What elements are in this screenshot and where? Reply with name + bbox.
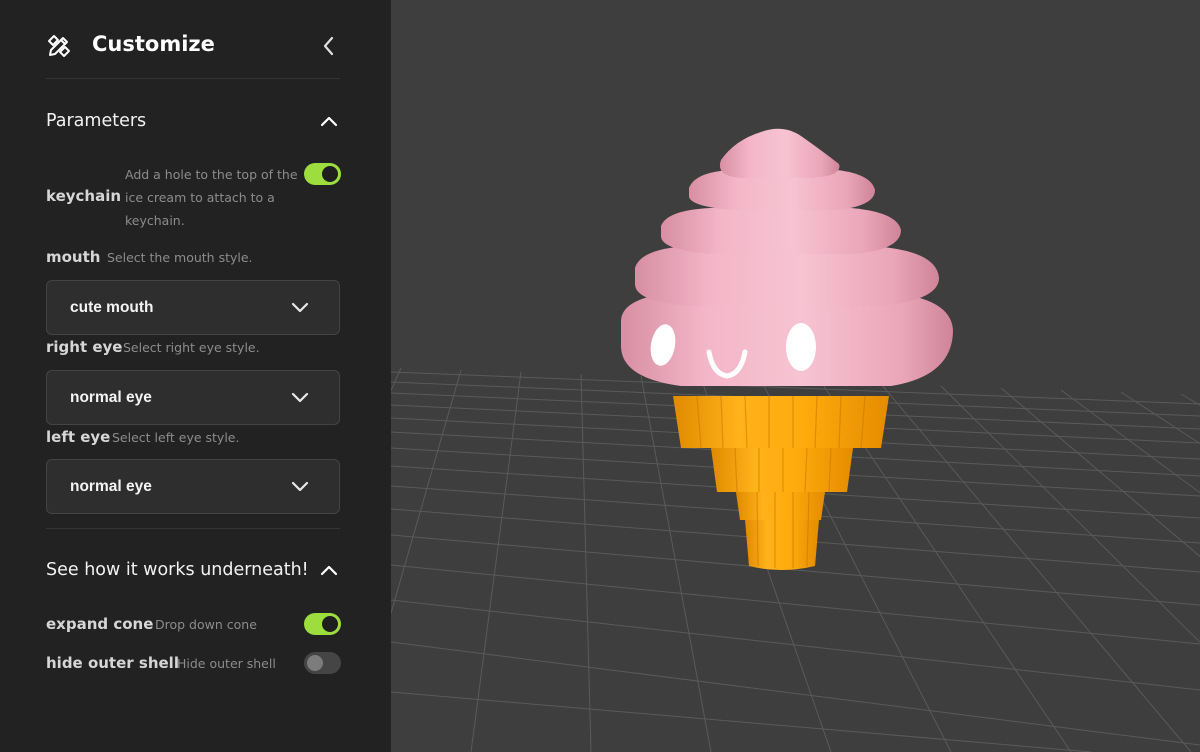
mouth-description: Select the mouth style. <box>107 250 253 265</box>
toggle-knob <box>322 166 338 182</box>
divider <box>46 78 340 79</box>
expand-cone-label: expand cone <box>46 615 154 633</box>
keychain-label: keychain <box>46 187 122 205</box>
tools-icon <box>48 35 70 57</box>
panel-title: Customize <box>92 32 215 56</box>
left-eye-description: Select left eye style. <box>112 430 240 445</box>
right-eye-select-value: normal eye <box>70 389 152 406</box>
expand-cone-toggle[interactable] <box>304 613 341 635</box>
customize-panel: Customize Parameters keychain Add a hole… <box>0 0 391 752</box>
chevron-down-icon <box>291 392 309 403</box>
3d-viewport[interactable] <box>391 0 1200 752</box>
section-title-parameters: Parameters <box>46 111 147 131</box>
parameters-section-toggle[interactable]: Parameters <box>46 108 340 136</box>
underneath-section-toggle[interactable]: See how it works underneath! <box>46 557 340 585</box>
hide-outer-shell-label: hide outer shell <box>46 654 179 672</box>
right-eye-select[interactable]: normal eye <box>46 370 340 425</box>
chevron-left-icon[interactable] <box>318 34 340 58</box>
mouth-select[interactable]: cute mouth <box>46 280 340 335</box>
left-eye-select-value: normal eye <box>70 478 152 495</box>
left-eye-select[interactable]: normal eye <box>46 459 340 514</box>
section-title-underneath: See how it works underneath! <box>46 560 309 580</box>
left-eye-label: left eye <box>46 428 111 446</box>
hide-outer-shell-toggle[interactable] <box>304 652 341 674</box>
divider <box>46 528 340 529</box>
chevron-down-icon <box>291 302 309 313</box>
chevron-down-icon <box>291 481 309 492</box>
mouth-select-value: cute mouth <box>70 299 154 316</box>
mouth-label: mouth <box>46 248 101 266</box>
hide-outer-shell-description: Hide outer shell <box>177 656 276 671</box>
toggle-knob <box>307 655 323 671</box>
chevron-up-icon <box>320 565 338 576</box>
right-eye-description: Select right eye style. <box>123 340 260 355</box>
right-eye-label: right eye <box>46 338 123 356</box>
chevron-up-icon <box>320 116 338 127</box>
toggle-knob <box>322 616 338 632</box>
expand-cone-description: Drop down cone <box>155 617 257 632</box>
panel-header: Customize <box>46 30 340 64</box>
keychain-description: Add a hole to the top of the ice cream t… <box>125 167 298 228</box>
keychain-toggle[interactable] <box>304 163 341 185</box>
model-render <box>391 128 1200 752</box>
